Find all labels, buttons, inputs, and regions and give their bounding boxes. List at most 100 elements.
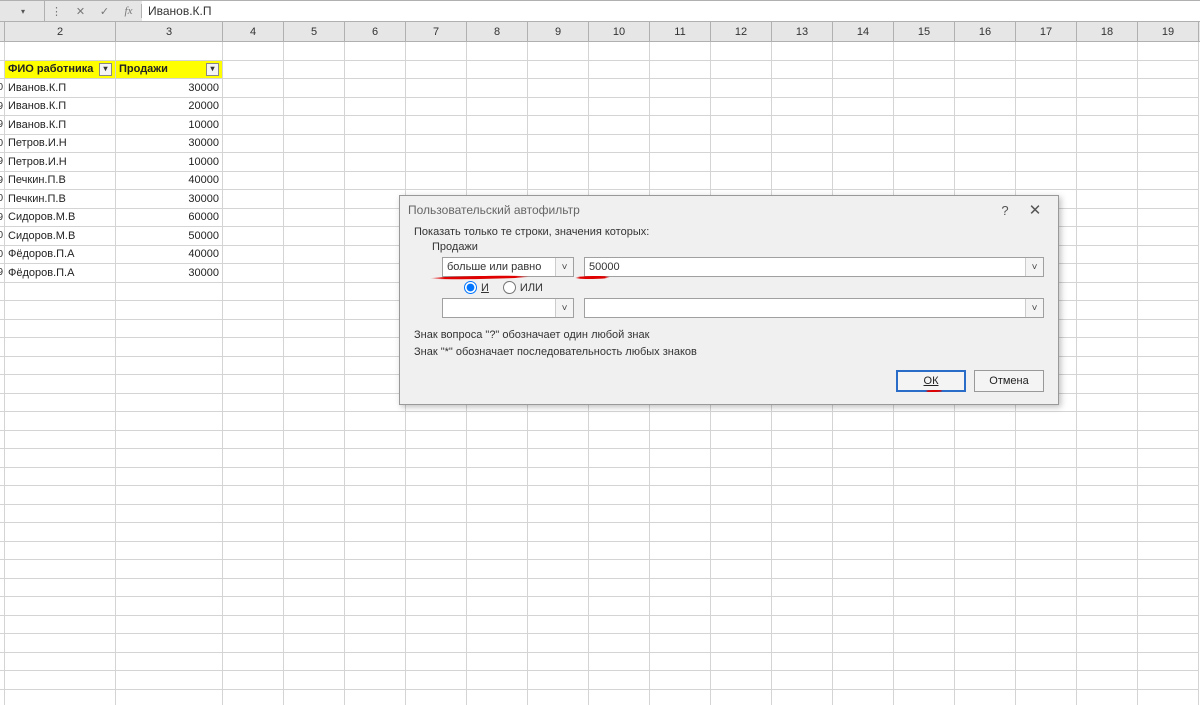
cell[interactable] (528, 98, 589, 117)
cell[interactable] (1138, 597, 1199, 616)
cell[interactable] (1077, 283, 1138, 302)
cell[interactable] (894, 153, 955, 172)
cell[interactable] (223, 542, 284, 561)
cell[interactable] (406, 61, 467, 80)
cell[interactable] (772, 616, 833, 635)
cell[interactable] (650, 116, 711, 135)
cell[interactable] (1077, 671, 1138, 690)
cell[interactable] (1016, 98, 1077, 117)
cell[interactable] (528, 579, 589, 598)
cell[interactable] (1077, 338, 1138, 357)
cell[interactable] (650, 135, 711, 154)
cell[interactable] (894, 560, 955, 579)
cell[interactable] (223, 579, 284, 598)
cell[interactable] (1016, 412, 1077, 431)
cell[interactable] (589, 634, 650, 653)
cell[interactable] (284, 449, 345, 468)
cell[interactable] (833, 560, 894, 579)
cell[interactable] (711, 61, 772, 80)
cell[interactable] (223, 135, 284, 154)
cell[interactable] (223, 505, 284, 524)
cell[interactable] (284, 486, 345, 505)
cell[interactable] (528, 505, 589, 524)
cell[interactable]: Печкин.П.В (5, 172, 116, 191)
cell[interactable] (772, 671, 833, 690)
cell[interactable] (528, 172, 589, 191)
cell[interactable] (1138, 449, 1199, 468)
cell[interactable] (589, 412, 650, 431)
cell[interactable] (1077, 246, 1138, 265)
cell[interactable] (345, 209, 406, 228)
cell[interactable] (1077, 597, 1138, 616)
cell[interactable] (223, 98, 284, 117)
cell[interactable] (650, 42, 711, 61)
cell[interactable] (589, 116, 650, 135)
cell[interactable] (223, 468, 284, 487)
cell[interactable] (284, 116, 345, 135)
cell[interactable] (223, 431, 284, 450)
cell[interactable] (894, 172, 955, 191)
cell[interactable] (5, 42, 116, 61)
cell[interactable] (467, 98, 528, 117)
cell[interactable] (1016, 560, 1077, 579)
cell[interactable] (223, 301, 284, 320)
cell[interactable] (467, 653, 528, 672)
cell[interactable] (406, 116, 467, 135)
cell[interactable] (711, 431, 772, 450)
cell[interactable] (116, 579, 223, 598)
cell[interactable] (1077, 135, 1138, 154)
cell[interactable] (772, 523, 833, 542)
col-header-4[interactable]: 4 (223, 22, 284, 41)
col-header-14[interactable]: 14 (833, 22, 894, 41)
cell[interactable] (833, 98, 894, 117)
cell[interactable] (406, 616, 467, 635)
cell[interactable] (528, 616, 589, 635)
cell[interactable] (116, 283, 223, 302)
cell[interactable] (284, 338, 345, 357)
cell[interactable] (772, 449, 833, 468)
cell[interactable] (284, 283, 345, 302)
cell[interactable] (772, 597, 833, 616)
col-header-3[interactable]: 3 (116, 22, 223, 41)
cell[interactable] (528, 79, 589, 98)
cell[interactable] (345, 523, 406, 542)
cell[interactable] (223, 616, 284, 635)
cell[interactable] (955, 579, 1016, 598)
cell[interactable] (772, 468, 833, 487)
cell[interactable] (1077, 468, 1138, 487)
cell[interactable] (894, 412, 955, 431)
cell[interactable] (650, 486, 711, 505)
cell[interactable] (223, 61, 284, 80)
cell[interactable] (1077, 227, 1138, 246)
cell[interactable] (5, 505, 116, 524)
cell[interactable]: 20000 (116, 98, 223, 117)
cell[interactable] (284, 690, 345, 705)
cell[interactable] (1077, 375, 1138, 394)
cell[interactable] (1138, 579, 1199, 598)
chevron-down-icon[interactable] (555, 258, 573, 276)
cell[interactable] (345, 153, 406, 172)
cell[interactable]: 60000 (116, 209, 223, 228)
cell[interactable] (711, 153, 772, 172)
cell[interactable] (406, 153, 467, 172)
cell[interactable] (1016, 505, 1077, 524)
cell[interactable] (116, 597, 223, 616)
cell[interactable] (711, 523, 772, 542)
cell[interactable]: Продажи (116, 61, 223, 80)
cell[interactable] (894, 505, 955, 524)
cell[interactable] (1138, 246, 1199, 265)
cell[interactable] (5, 375, 116, 394)
col-header-9[interactable]: 9 (528, 22, 589, 41)
cell[interactable] (711, 135, 772, 154)
cell[interactable] (772, 79, 833, 98)
cell[interactable] (406, 135, 467, 154)
cell[interactable] (894, 616, 955, 635)
cell[interactable] (345, 61, 406, 80)
cell[interactable] (528, 468, 589, 487)
cell[interactable] (772, 560, 833, 579)
cell[interactable] (1077, 542, 1138, 561)
cell[interactable] (1077, 357, 1138, 376)
cell[interactable] (1077, 301, 1138, 320)
chevron-down-icon[interactable] (1025, 258, 1043, 276)
cell[interactable] (589, 431, 650, 450)
